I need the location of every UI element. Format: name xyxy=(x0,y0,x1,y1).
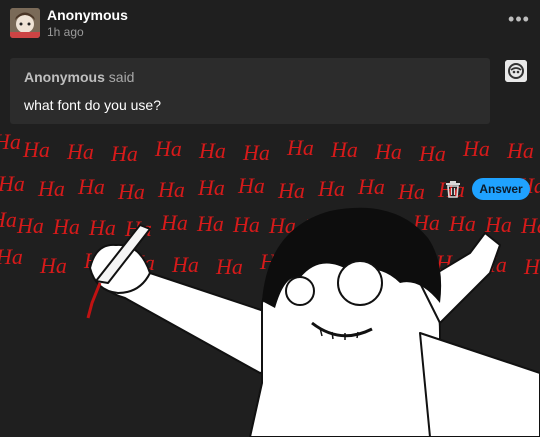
laugh-lettering: Ha xyxy=(22,137,50,162)
laugh-lettering: Ha xyxy=(330,137,358,162)
timestamp[interactable]: 1h ago xyxy=(47,25,84,39)
laugh-lettering: Ha xyxy=(160,210,188,235)
laugh-lettering: Ha xyxy=(462,136,490,161)
asker-avatar-icon[interactable] xyxy=(505,60,527,82)
laugh-lettering: Ha xyxy=(157,177,185,202)
post-header: Anonymous 1h ago ••• xyxy=(0,0,540,48)
laugh-lettering: Ha xyxy=(0,133,21,154)
laugh-lettering: Ha xyxy=(110,141,138,166)
laugh-lettering: Ha xyxy=(198,138,226,163)
laugh-lettering: Ha xyxy=(418,141,446,166)
laugh-lettering: Ha xyxy=(197,175,225,200)
laugh-lettering: Ha xyxy=(520,213,540,238)
laugh-lettering: Ha xyxy=(171,252,199,277)
laugh-lettering: Ha xyxy=(242,140,270,165)
laugh-lettering: Ha xyxy=(196,211,224,236)
laugh-lettering: Ha xyxy=(117,179,145,204)
laugh-lettering: Ha xyxy=(374,139,402,164)
laugh-lettering: Ha xyxy=(39,253,67,278)
laugh-lettering: Ha xyxy=(357,174,385,199)
laugh-lettering: Ha xyxy=(0,207,17,232)
avatar[interactable] xyxy=(10,8,40,38)
said-label: said xyxy=(108,69,135,85)
laugh-lettering: Ha xyxy=(77,174,105,199)
laugh-lettering: Ha xyxy=(484,212,512,237)
laugh-lettering: Ha xyxy=(215,254,243,279)
laugh-lettering: Ha xyxy=(523,254,540,279)
laugh-lettering: Ha xyxy=(232,212,260,237)
laugh-lettering: Ha xyxy=(16,213,44,238)
answer-button[interactable]: Answer xyxy=(472,178,530,200)
laugh-lettering: Ha xyxy=(277,178,305,203)
laugh-lettering: Ha xyxy=(317,176,345,201)
trash-icon[interactable] xyxy=(443,179,463,199)
laugh-lettering: Ha xyxy=(286,135,314,160)
laugh-lettering: Ha xyxy=(237,173,265,198)
question-text: what font do you use? xyxy=(24,97,161,113)
laugh-lettering: Ha xyxy=(0,171,25,196)
asker-line: Anonymous said xyxy=(24,69,134,85)
author-name[interactable]: Anonymous xyxy=(47,7,128,23)
avatar-image xyxy=(10,8,40,38)
laugh-lettering: Ha xyxy=(154,136,182,161)
asker-name[interactable]: Anonymous xyxy=(24,69,105,85)
laugh-lettering: Ha xyxy=(37,176,65,201)
laugh-lettering: Ha xyxy=(448,211,476,236)
ask-box: Anonymous said what font do you use? xyxy=(10,58,490,124)
laugh-lettering: Ha xyxy=(397,179,425,204)
more-options-icon[interactable]: ••• xyxy=(508,10,530,30)
laugh-lettering: Ha xyxy=(52,214,80,239)
laugh-lettering: Ha xyxy=(0,244,23,269)
laugh-lettering: Ha xyxy=(506,138,534,163)
laugh-lettering: Ha xyxy=(66,139,94,164)
laugh-lettering: Ha xyxy=(88,215,116,240)
